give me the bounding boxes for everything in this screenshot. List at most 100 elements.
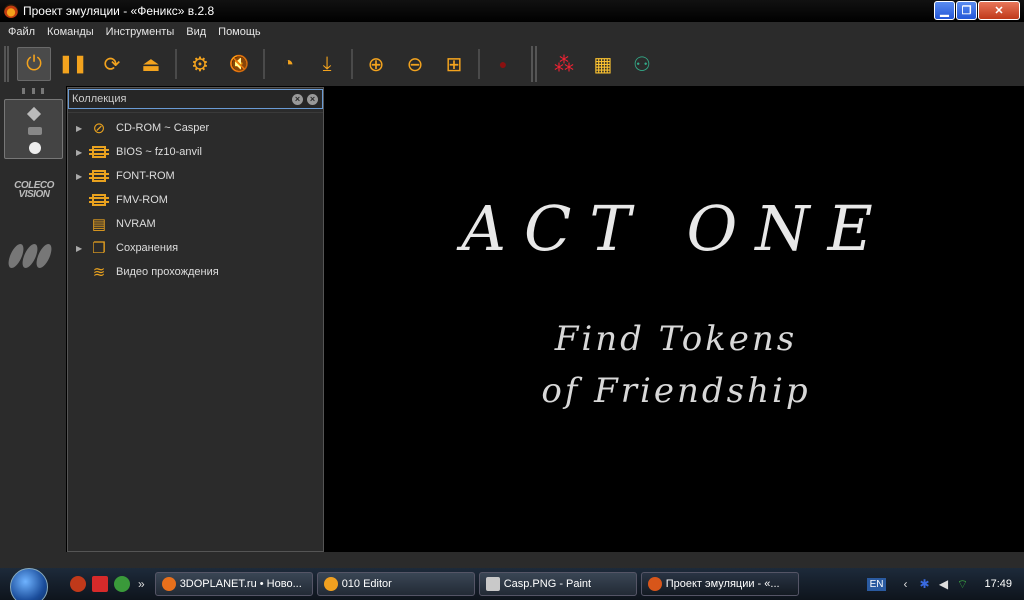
menu-help[interactable]: Помощь: [214, 26, 269, 38]
rgb-filter-icon: ⚇: [633, 53, 651, 76]
save-states-icon: ❐: [92, 240, 106, 257]
chip-icon: [89, 167, 109, 185]
record-button[interactable]: ●: [486, 47, 520, 81]
menu-tools[interactable]: Инструменты: [102, 26, 183, 38]
settings-button[interactable]: ⚙: [183, 47, 217, 81]
quicklaunch-utorrent-icon[interactable]: [114, 576, 130, 592]
zoom-out-icon: ⊖: [406, 53, 424, 76]
tree-item-bios[interactable]: ▶ BIOS ~ fz10-anvil: [76, 140, 219, 164]
square-icon: [28, 127, 42, 135]
task-010-editor[interactable]: 010 Editor: [316, 572, 475, 596]
expand-arrow-icon[interactable]: ▶: [76, 124, 90, 133]
status-strip: [0, 552, 1024, 568]
record-icon: ●: [498, 56, 508, 72]
collection-panel: × × ▶ ⊘ CD-ROM ~ Casper ▶ BIOS ~ fz10-an…: [67, 87, 324, 552]
window-title: Проект эмуляции - «Феникс» в.2.8: [23, 4, 215, 18]
start-button[interactable]: [10, 568, 48, 600]
tree-item-label: FONT-ROM: [116, 170, 175, 182]
tree-item-label: FMV-ROM: [116, 194, 168, 206]
platform-3do-tile[interactable]: [4, 99, 63, 159]
quicklaunch-browser-icon[interactable]: [70, 576, 86, 592]
quicklaunch-acrobat-icon[interactable]: [92, 576, 108, 592]
circle-icon: [29, 142, 41, 154]
menu-file[interactable]: Файл: [4, 26, 43, 38]
language-indicator[interactable]: EN: [866, 577, 887, 591]
video-walkthrough-icon: ≋: [92, 264, 106, 281]
emulator-screen[interactable]: ACT ONE Find Tokens of Friendship: [328, 87, 1024, 552]
collection-tree: ▶ ⊘ CD-ROM ~ Casper ▶ BIOS ~ fz10-anvil …: [76, 116, 219, 284]
collection-search-input[interactable]: [69, 93, 292, 105]
tree-item-nvram[interactable]: ▤ NVRAM: [76, 212, 219, 236]
tree-item-video[interactable]: ≋ Видео прохождения: [76, 260, 219, 284]
menu-view[interactable]: Вид: [182, 26, 214, 38]
expand-arrow-icon[interactable]: ▶: [76, 172, 90, 181]
speed-button[interactable]: ◔: [271, 47, 305, 81]
memory-card-icon: ▤: [91, 216, 107, 233]
zoom-in-icon: ⊕: [367, 53, 385, 76]
toolbar-separator: [175, 49, 177, 79]
zoom-in-button[interactable]: ⊕: [359, 47, 393, 81]
tree-item-saves[interactable]: ▶ ❐ Сохранения: [76, 236, 219, 260]
fit-screen-button[interactable]: ⊞: [437, 47, 471, 81]
tree-item-label: BIOS ~ fz10-anvil: [116, 146, 202, 158]
system-tray: EN ‹ ✱ ◀ ⌔ 17:49: [866, 568, 1024, 600]
close-panel-icon[interactable]: ×: [307, 93, 318, 105]
platform-colecovision-logo[interactable]: COLECO VISION: [6, 181, 62, 200]
tree-item-label: Сохранения: [116, 242, 179, 254]
bluetooth-icon[interactable]: ✱: [917, 577, 931, 591]
mute-button[interactable]: 🔇: [222, 47, 256, 81]
toolbar-separator: [263, 49, 265, 79]
task-phoenix[interactable]: Проект эмуляции - «...: [640, 572, 799, 596]
tray-expand-icon[interactable]: ‹: [898, 577, 912, 591]
maximize-button[interactable]: ❐: [956, 1, 977, 20]
tree-item-fmv-rom[interactable]: FMV-ROM: [76, 188, 219, 212]
reset-icon: ⟳: [103, 53, 121, 76]
toolbar-grip[interactable]: [4, 46, 9, 82]
toolbar-separator: [351, 49, 353, 79]
task-firefox[interactable]: 3DOPLANET.ru • Ново...: [154, 572, 313, 596]
paint-icon: [485, 577, 500, 591]
load-state-button[interactable]: ⤓: [310, 47, 344, 81]
close-button[interactable]: ✕: [978, 1, 1020, 20]
color-grid-button[interactable]: ▦: [586, 47, 620, 81]
quick-launch: [70, 576, 130, 592]
sidebar-grip[interactable]: [22, 88, 44, 94]
game-act-title: ACT ONE: [461, 192, 891, 265]
reset-button[interactable]: ⟳: [95, 47, 129, 81]
platform-sidebar: COLECO VISION: [0, 86, 66, 552]
expand-arrow-icon[interactable]: ▶: [76, 244, 90, 253]
palette-icon: ⁂: [554, 53, 574, 76]
rgb-filter-button[interactable]: ⚇: [625, 47, 659, 81]
game-subtitle-line2: of Friendship: [541, 371, 811, 411]
color-grid-icon: ▦: [593, 53, 613, 76]
fit-screen-icon: ⊞: [445, 53, 463, 76]
eject-button[interactable]: ⏏: [134, 47, 168, 81]
power-button[interactable]: ⏻: [17, 47, 51, 81]
tree-item-label: Видео прохождения: [116, 266, 219, 278]
expand-arrow-icon[interactable]: ▶: [76, 148, 90, 157]
clock[interactable]: 17:49: [984, 578, 1012, 590]
speed-gauge-icon: ◔: [281, 52, 295, 75]
tree-item-cdrom[interactable]: ▶ ⊘ CD-ROM ~ Casper: [76, 116, 219, 140]
volume-icon[interactable]: ◀: [936, 577, 950, 591]
firefox-icon: [161, 577, 176, 591]
toolbar: ⏻ ❚❚ ⟳ ⏏ ⚙ 🔇 ◔ ⤓ ⊕ ⊖ ⊞ ● ⁂ ▦ ⚇: [0, 42, 1024, 86]
title-bar: Проект эмуляции - «Феникс» в.2.8 ▁ ❐ ✕: [0, 0, 1024, 22]
palette-button[interactable]: ⁂: [547, 47, 581, 81]
diamond-icon: [26, 106, 42, 122]
clear-search-icon[interactable]: ×: [292, 93, 303, 105]
phoenix-task-icon: [647, 577, 662, 591]
divider: [68, 112, 323, 113]
platform-atari-logo-icon[interactable]: [5, 244, 55, 268]
tree-item-font-rom[interactable]: ▶ FONT-ROM: [76, 164, 219, 188]
menu-commands[interactable]: Команды: [43, 26, 102, 38]
wifi-icon[interactable]: ⌔: [955, 577, 969, 591]
minimize-button[interactable]: ▁: [934, 1, 955, 20]
quicklaunch-more-icon[interactable]: »: [138, 577, 145, 591]
task-paint[interactable]: Casp.PNG - Paint: [478, 572, 637, 596]
pause-button[interactable]: ❚❚: [56, 47, 90, 81]
chip-icon: [89, 191, 109, 209]
windows-taskbar: » 3DOPLANET.ru • Ново... 010 Editor Casp…: [0, 568, 1024, 600]
cd-icon: ⊘: [92, 120, 106, 137]
zoom-out-button[interactable]: ⊖: [398, 47, 432, 81]
